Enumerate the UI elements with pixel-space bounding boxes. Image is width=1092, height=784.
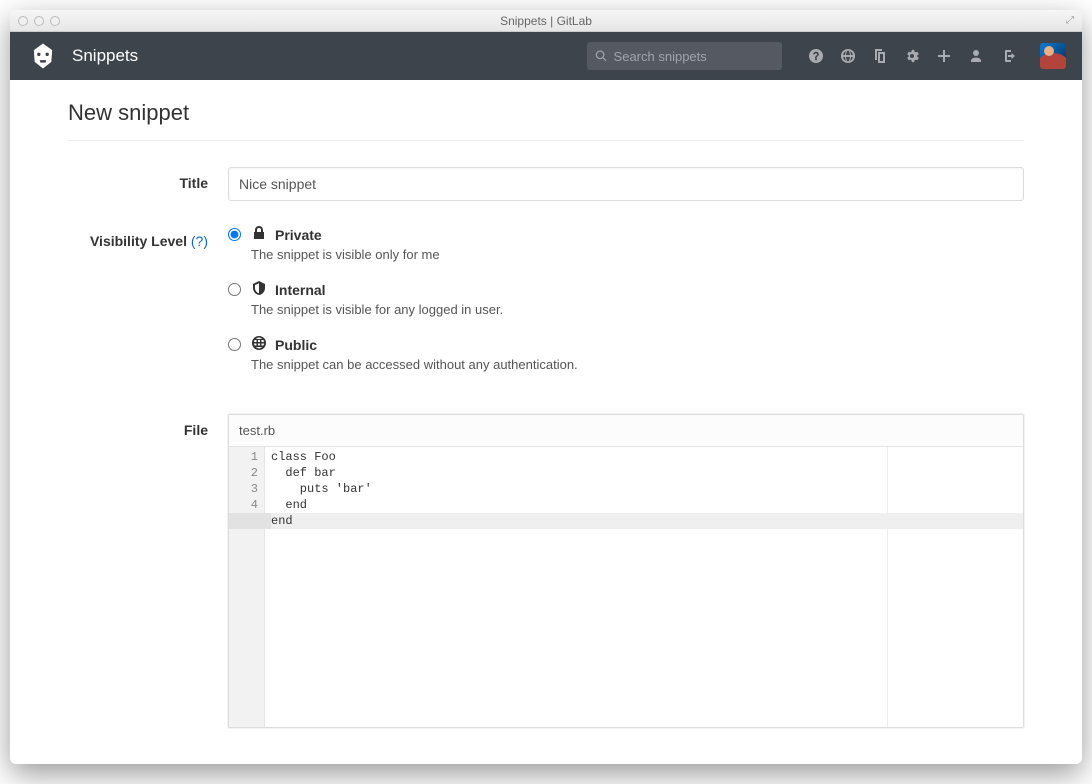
- code-line[interactable]: class Foo: [271, 449, 1023, 465]
- visibility-desc-private: The snippet is visible only for me: [251, 247, 1024, 262]
- filename-input[interactable]: [229, 415, 1023, 447]
- visibility-option-internal[interactable]: Internal The snippet is visible for any l…: [228, 280, 1024, 317]
- signout-icon[interactable]: [1000, 48, 1016, 64]
- copy-icon[interactable]: [872, 48, 888, 64]
- search-input[interactable]: [614, 49, 774, 64]
- page-heading: New snippet: [68, 100, 1024, 141]
- visibility-label-internal: Internal: [275, 282, 326, 298]
- user-icon[interactable]: [968, 48, 984, 64]
- public-icon: [251, 335, 267, 354]
- visibility-radio-internal[interactable]: [228, 283, 241, 296]
- page-context-title[interactable]: Snippets: [72, 46, 138, 66]
- title-input[interactable]: [228, 167, 1024, 201]
- help-icon[interactable]: [808, 48, 824, 64]
- file-label: File: [68, 414, 228, 728]
- navbar: Snippets: [10, 32, 1082, 80]
- code-line[interactable]: puts 'bar': [271, 481, 1023, 497]
- gitlab-logo[interactable]: [26, 39, 60, 73]
- search-icon: [595, 49, 608, 63]
- private-icon: [251, 225, 267, 244]
- code-editor[interactable]: 12345 class Foo def bar puts 'bar' enden…: [229, 447, 1023, 727]
- visibility-desc-internal: The snippet is visible for any logged in…: [251, 302, 1024, 317]
- visibility-label-public: Public: [275, 337, 317, 353]
- code-line[interactable]: def bar: [271, 465, 1023, 481]
- window-title: Snippets | GitLab: [10, 14, 1082, 28]
- settings-icon[interactable]: [904, 48, 920, 64]
- visibility-desc-public: The snippet can be accessed without any …: [251, 357, 1024, 372]
- visibility-help-link[interactable]: (?): [191, 233, 208, 249]
- title-label: Title: [68, 167, 228, 201]
- search-box[interactable]: [587, 42, 782, 70]
- internal-icon: [251, 280, 267, 299]
- visibility-radio-private[interactable]: [228, 228, 241, 241]
- visibility-option-private[interactable]: Private The snippet is visible only for m…: [228, 225, 1024, 262]
- code-line[interactable]: end: [271, 513, 1023, 529]
- editor-ruler: [887, 447, 888, 727]
- visibility-radio-public[interactable]: [228, 338, 241, 351]
- visibility-label: Visibility Level: [90, 233, 187, 249]
- globe-icon[interactable]: [840, 48, 856, 64]
- window-titlebar: Snippets | GitLab ⤢: [10, 10, 1082, 32]
- avatar[interactable]: [1040, 43, 1066, 69]
- code-line[interactable]: end: [271, 497, 1023, 513]
- visibility-label-private: Private: [275, 227, 322, 243]
- plus-icon[interactable]: [936, 48, 952, 64]
- visibility-option-public[interactable]: Public The snippet can be accessed withou…: [228, 335, 1024, 372]
